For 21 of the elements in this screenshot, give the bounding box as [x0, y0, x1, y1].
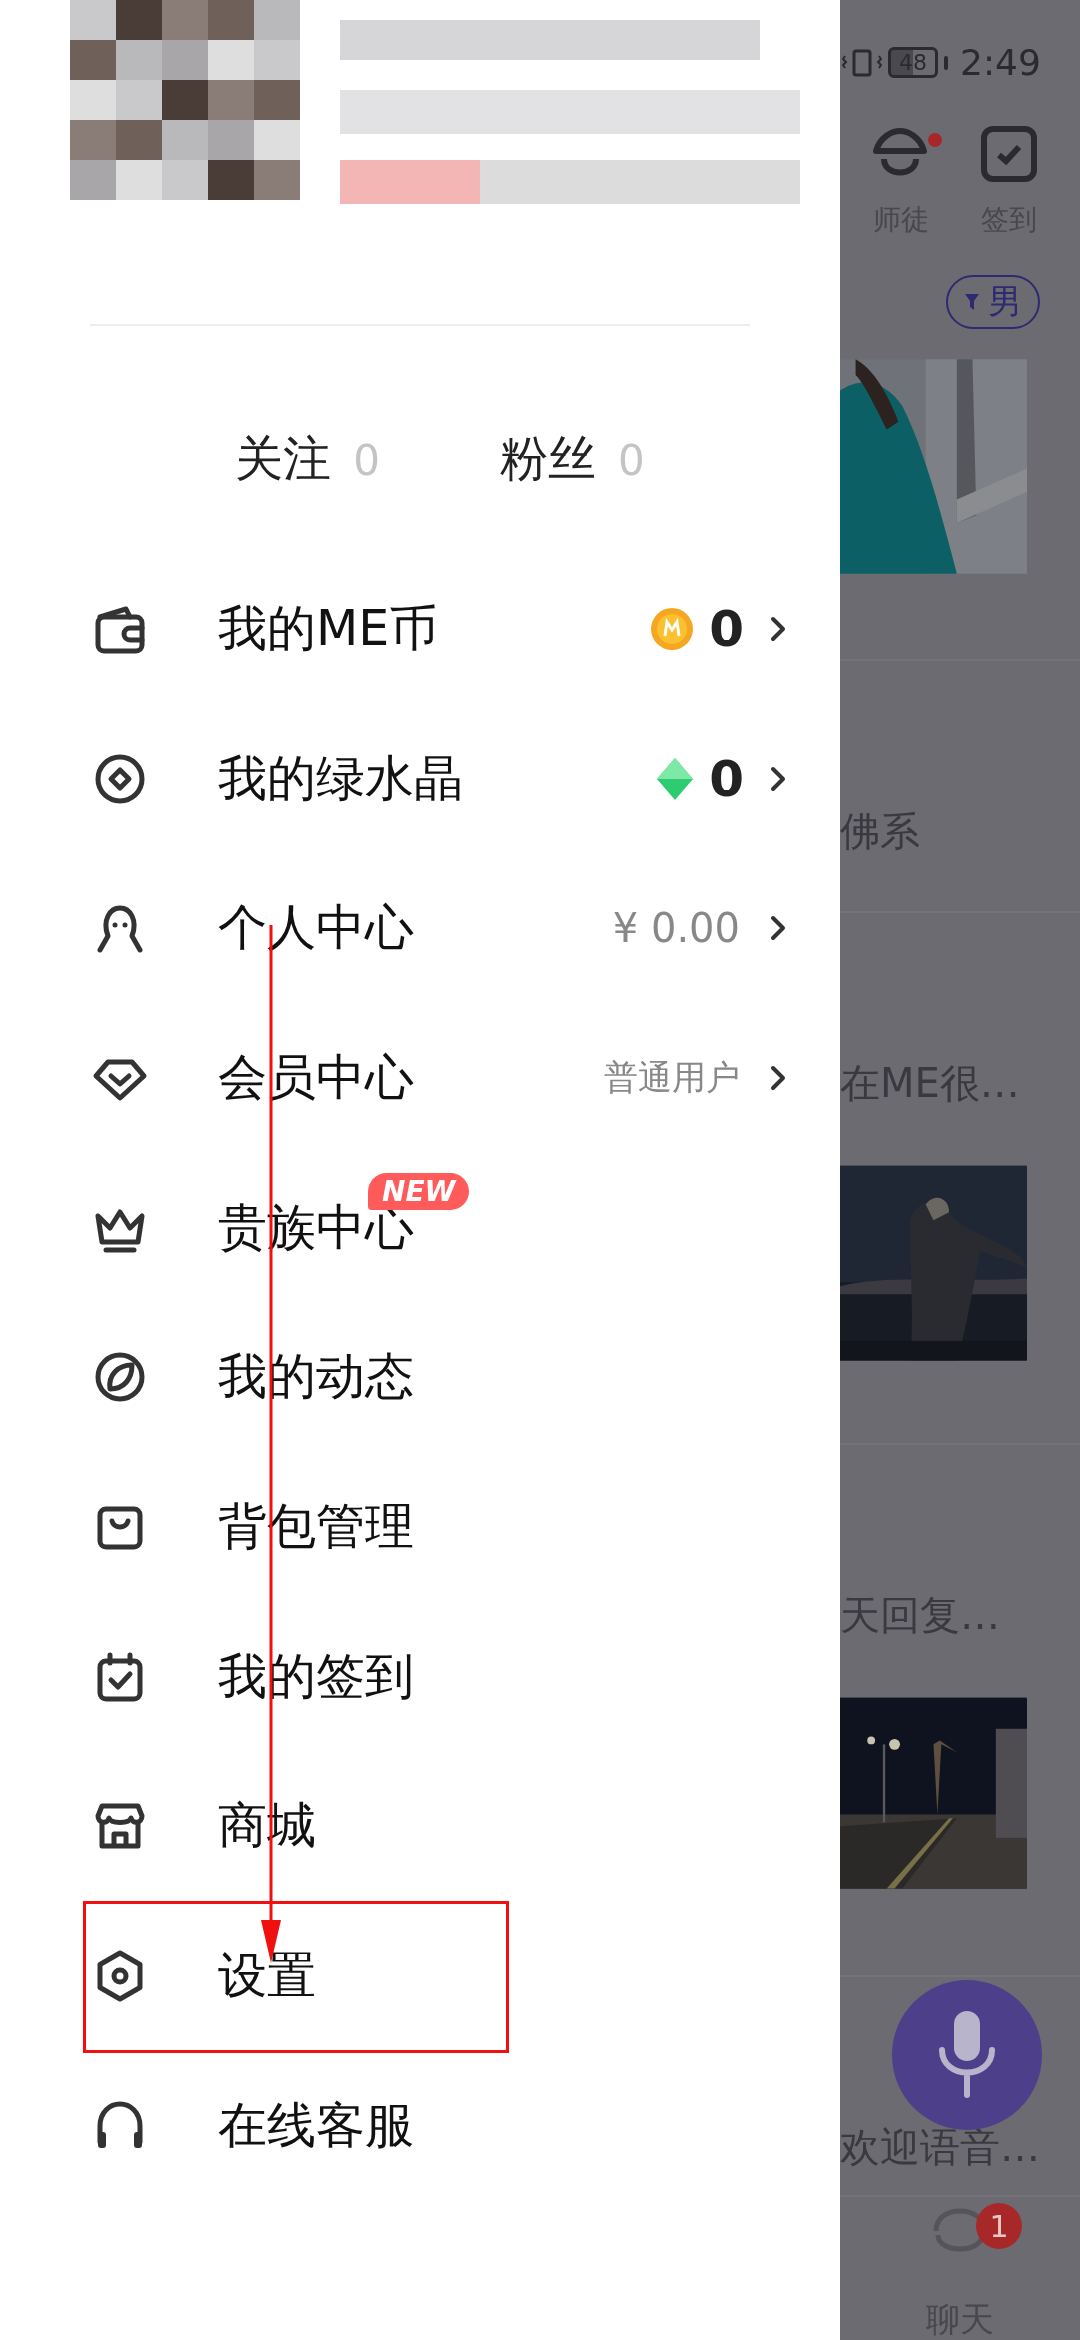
menu-value: 0 — [709, 749, 744, 808]
menu-value: 0 — [709, 599, 744, 658]
checkbox-icon — [980, 125, 1038, 183]
menu-item[interactable]: 设置 — [0, 1901, 840, 2051]
menu-item[interactable]: 我的ME币 0 — [0, 554, 840, 704]
menu-item[interactable]: 我的绿水晶 0 — [0, 703, 840, 854]
battery-level: 48 — [888, 47, 938, 78]
coin-icon — [649, 605, 696, 652]
follow-label[interactable]: 关注 — [235, 427, 332, 491]
follow-label[interactable]: 粉丝 — [500, 427, 596, 491]
new-badge: NEW — [368, 1172, 470, 1210]
follow-count: 0 — [353, 436, 380, 485]
filter-icon — [964, 293, 980, 311]
menu-value: ¥ 0.00 — [612, 905, 740, 952]
menu-item[interactable]: 在线客服 — [0, 2050, 840, 2201]
unread-badge: 1 — [976, 2203, 1022, 2249]
menu-item[interactable]: 个人中心 ¥ 0.00 — [0, 853, 840, 1004]
vibrate-icon — [842, 47, 882, 78]
status-time: 2:49 — [960, 42, 1041, 83]
follow-count: 0 — [618, 436, 645, 485]
menu-value: 普通用户 — [604, 1055, 740, 1099]
